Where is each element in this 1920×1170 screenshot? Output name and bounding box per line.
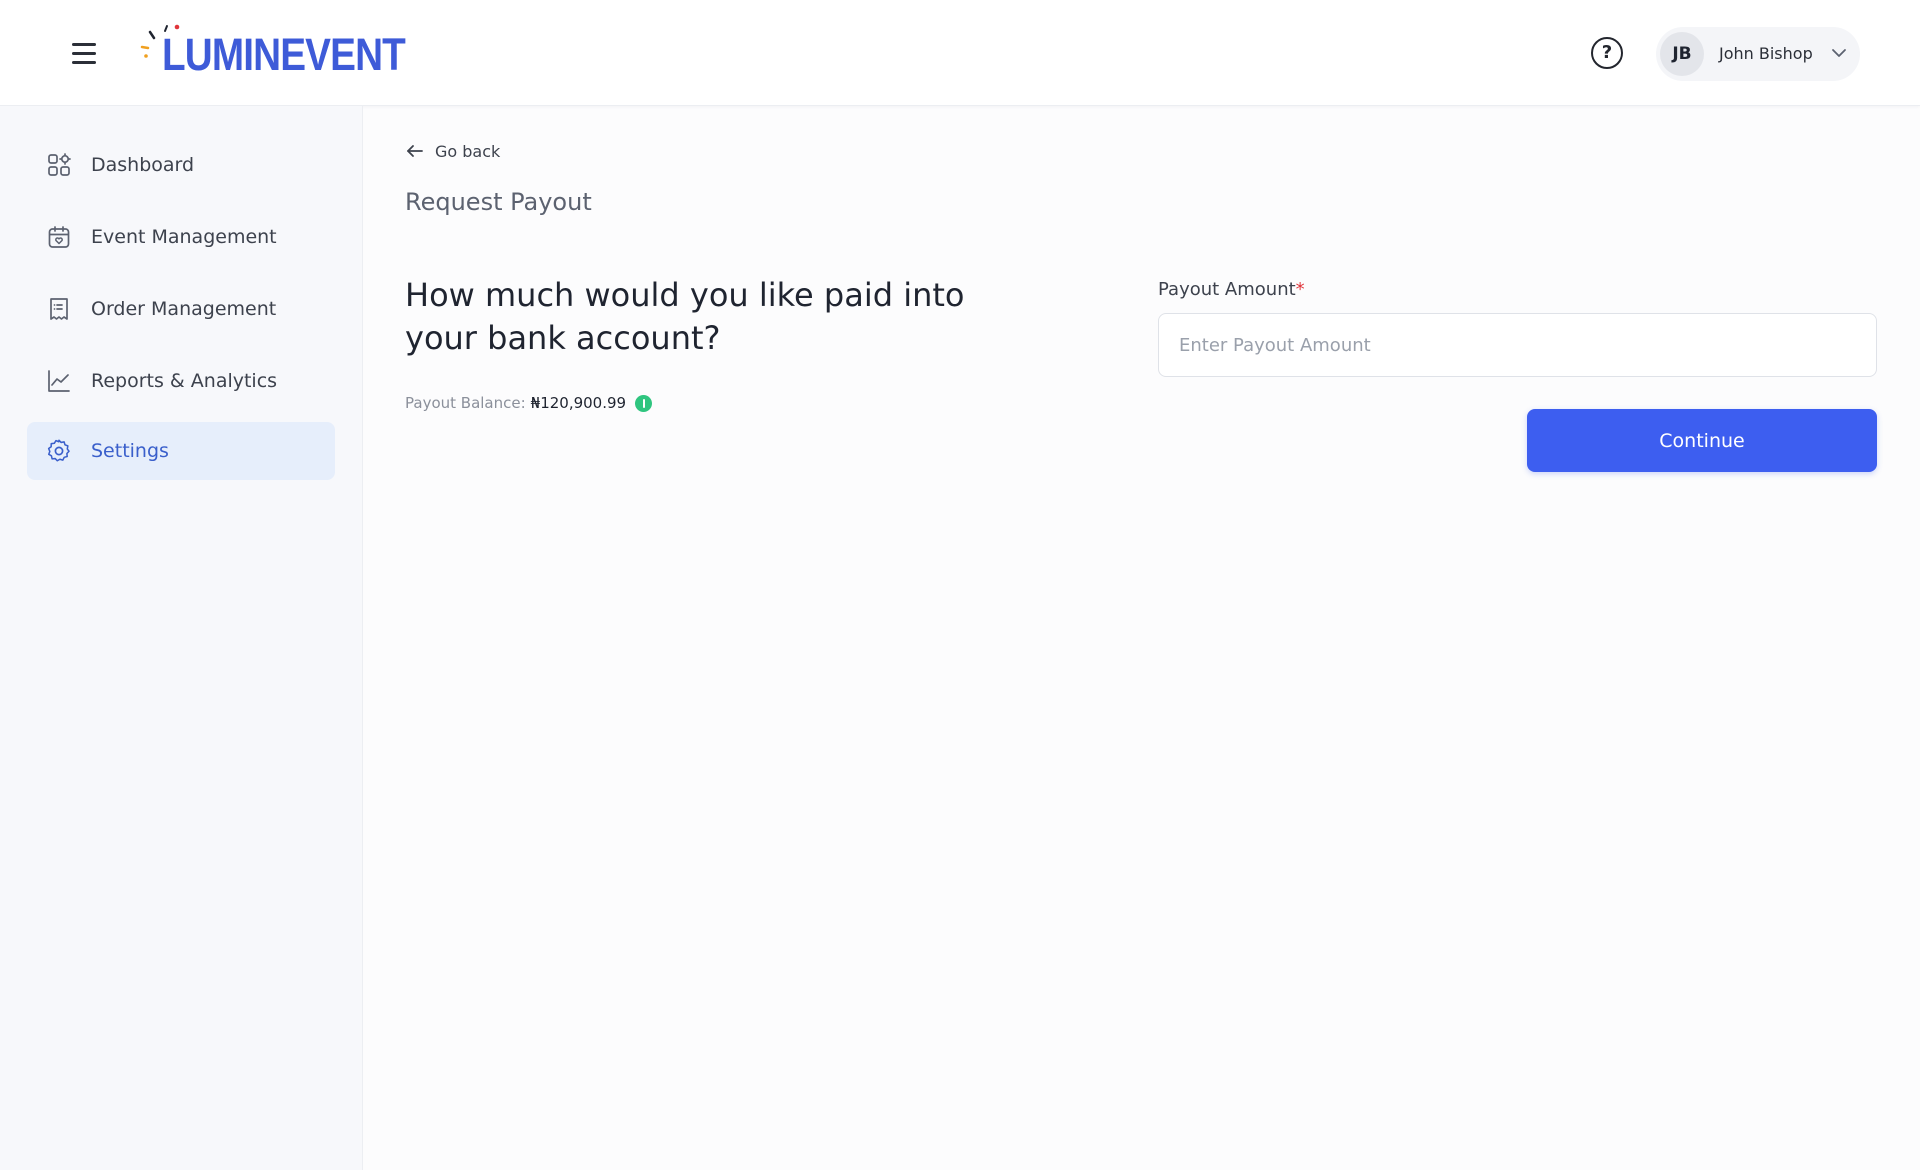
sidebar-item-order-management[interactable]: Order Management: [27, 280, 335, 338]
continue-button[interactable]: Continue: [1527, 409, 1877, 472]
sidebar-item-label: Event Management: [91, 226, 277, 248]
go-back-label: Go back: [435, 141, 501, 161]
chevron-down-icon: [1832, 49, 1846, 57]
avatar: JB: [1660, 32, 1704, 76]
sidebar: Dashboard Event Management Order Managem…: [0, 106, 363, 1170]
dashboard-grid-icon: [48, 153, 71, 176]
go-back-link[interactable]: Go back: [405, 139, 500, 163]
main-content: Go back Request Payout How much would yo…: [363, 106, 1920, 1170]
payout-balance: Payout Balance: ₦120,900.99: [405, 394, 653, 412]
payout-balance-label: Payout Balance:: [405, 394, 526, 412]
top-header: LUMINEVENT ? JB John Bishop: [0, 0, 1920, 106]
page-title: Request Payout: [405, 188, 592, 216]
user-name: John Bishop: [1719, 44, 1813, 63]
arrow-left-icon: [407, 145, 423, 157]
help-button[interactable]: ?: [1591, 37, 1623, 69]
payout-amount-input[interactable]: [1158, 313, 1877, 377]
user-menu[interactable]: JB John Bishop: [1656, 27, 1860, 81]
payout-amount-label-text: Payout Amount: [1158, 279, 1296, 300]
gear-icon: [47, 439, 70, 462]
help-circle-icon: ?: [1601, 42, 1613, 63]
hamburger-menu-icon[interactable]: [70, 39, 100, 67]
required-marker: *: [1295, 279, 1305, 300]
brand-wordmark: LUMINEVENT: [162, 29, 406, 80]
receipt-icon: [50, 298, 68, 320]
sidebar-item-settings[interactable]: Settings: [27, 422, 335, 480]
sidebar-item-dashboard[interactable]: Dashboard: [27, 136, 335, 194]
line-chart-icon: [48, 370, 70, 392]
brand-logo[interactable]: LUMINEVENT: [140, 22, 406, 84]
sidebar-item-label: Dashboard: [91, 154, 195, 176]
sidebar-item-reports-analytics[interactable]: Reports & Analytics: [27, 352, 335, 410]
payout-amount-label: Payout Amount*: [1158, 279, 1305, 300]
info-icon[interactable]: [635, 394, 653, 412]
payout-question-heading: How much would you like paid into your b…: [405, 276, 965, 357]
sidebar-item-label: Settings: [91, 440, 169, 462]
sidebar-item-label: Order Management: [91, 298, 277, 320]
payout-balance-value: ₦120,900.99: [530, 394, 627, 412]
sidebar-item-event-management[interactable]: Event Management: [27, 208, 335, 266]
calendar-icon: [48, 226, 70, 248]
sidebar-item-label: Reports & Analytics: [91, 370, 278, 392]
